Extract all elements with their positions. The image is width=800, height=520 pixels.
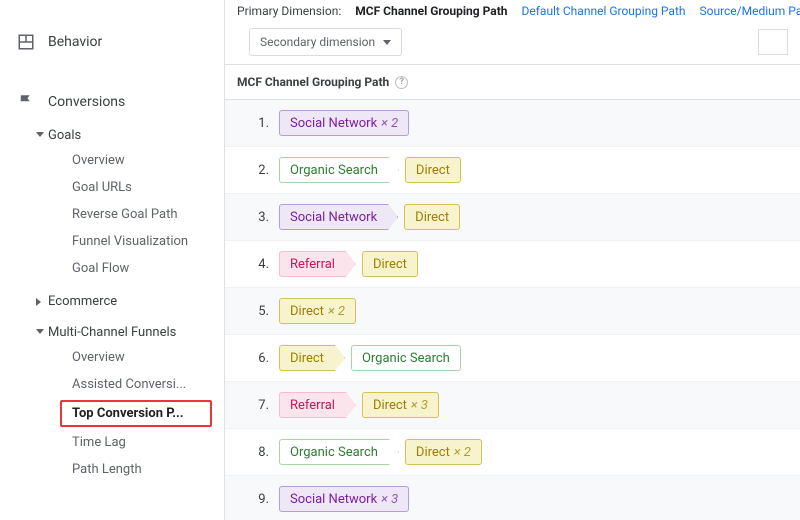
table-row[interactable]: 5. Direct× 2 (225, 288, 800, 335)
secondary-dimension-label: Secondary dimension (260, 35, 375, 49)
sidebar-section-behavior[interactable]: Behavior (0, 24, 224, 60)
channel-chip: Referral (279, 392, 356, 418)
sidebar-item[interactable]: Overview (0, 344, 224, 371)
channel-chip: Social Network× 3 (279, 486, 409, 512)
channel-chip: Organic Search (279, 439, 399, 465)
row-number: 6. (245, 351, 269, 366)
caret-right-icon (36, 298, 41, 306)
search-input[interactable] (758, 29, 788, 55)
row-number: 3. (245, 210, 269, 225)
table-header: MCF Channel Grouping Path ? (225, 64, 800, 100)
sidebar-item[interactable]: Reverse Goal Path (0, 201, 224, 228)
channel-chip: Direct× 3 (362, 392, 439, 418)
chip-multiplier: × 2 (454, 445, 471, 460)
sidebar-label: Behavior (48, 34, 102, 50)
dimension-tab[interactable]: Default Channel Grouping Path (522, 0, 686, 22)
row-number: 1. (245, 116, 269, 131)
channel-chip: Direct (362, 251, 418, 277)
sidebar-group-label-text: Ecommerce (48, 294, 117, 309)
chevron-down-icon (383, 40, 391, 45)
secondary-dimension-button[interactable]: Secondary dimension (249, 28, 402, 56)
path-chips: Social NetworkDirect (279, 204, 460, 230)
sidebar-item[interactable]: Top Conversion P... (60, 400, 212, 427)
sidebar: Behavior Conversions Goals OverviewGoal … (0, 0, 224, 520)
table-row[interactable]: 1. Social Network× 2 (225, 100, 800, 147)
chip-multiplier: × 3 (411, 398, 428, 413)
path-chips: Social Network× 2 (279, 110, 409, 136)
behavior-icon (16, 32, 36, 52)
sidebar-section-conversions[interactable]: Conversions (0, 84, 224, 120)
primary-dimension-label: Primary Dimension: (237, 4, 341, 18)
path-chips: ReferralDirect× 3 (279, 392, 439, 418)
channel-chip: Social Network (279, 204, 398, 230)
table-row[interactable]: 7. ReferralDirect× 3 (225, 382, 800, 429)
channel-chip: Organic Search (351, 345, 461, 371)
dimension-tab[interactable]: MCF Channel Grouping Path (355, 0, 507, 22)
primary-dimension-row: Primary Dimension: MCF Channel Grouping … (225, 0, 800, 20)
path-chips: Organic SearchDirect× 2 (279, 439, 482, 465)
sidebar-item[interactable]: Goal Flow (0, 255, 224, 282)
caret-down-icon (36, 329, 44, 334)
channel-chip: Direct× 2 (279, 298, 356, 324)
channel-chip: Direct (279, 345, 345, 371)
channel-chip: Referral (279, 251, 356, 277)
sidebar-item[interactable]: Time Lag (0, 429, 224, 456)
sidebar-item[interactable]: Goal URLs (0, 174, 224, 201)
chip-multiplier: × 2 (328, 304, 345, 319)
sidebar-goals-items: OverviewGoal URLsReverse Goal PathFunnel… (0, 147, 224, 282)
table-row[interactable]: 9. Social Network× 3 (225, 476, 800, 520)
sidebar-item[interactable]: Path Length (0, 456, 224, 483)
sidebar-group-mcf[interactable]: Multi-Channel Funnels (0, 321, 224, 344)
row-number: 7. (245, 398, 269, 413)
channel-chip: Direct× 2 (405, 439, 482, 465)
table-body: 1.Social Network× 22.Organic SearchDirec… (225, 100, 800, 520)
path-chips: Direct× 2 (279, 298, 356, 324)
sidebar-group-label-text: Goals (48, 128, 81, 143)
path-chips: DirectOrganic Search (279, 345, 461, 371)
caret-down-icon (36, 132, 44, 137)
row-number: 4. (245, 257, 269, 272)
help-icon[interactable]: ? (395, 76, 408, 89)
row-number: 5. (245, 304, 269, 319)
path-chips: Organic SearchDirect (279, 157, 461, 183)
chip-multiplier: × 2 (381, 116, 398, 131)
table-row[interactable]: 2. Organic SearchDirect (225, 147, 800, 194)
channel-chip: Organic Search (279, 157, 399, 183)
main-panel: Primary Dimension: MCF Channel Grouping … (224, 0, 800, 520)
path-chips: ReferralDirect (279, 251, 418, 277)
table-row[interactable]: 8. Organic SearchDirect× 2 (225, 429, 800, 476)
row-number: 9. (245, 492, 269, 507)
row-number: 8. (245, 445, 269, 460)
sidebar-label: Conversions (48, 94, 125, 110)
dimension-tab[interactable]: Source/Medium Path (699, 0, 800, 22)
channel-chip: Social Network× 2 (279, 110, 409, 136)
sidebar-group-goals[interactable]: Goals (0, 124, 224, 147)
secondary-dimension-row: Secondary dimension (225, 20, 800, 64)
chip-multiplier: × 3 (381, 492, 398, 507)
sidebar-group-ecommerce[interactable]: Ecommerce (0, 290, 224, 313)
channel-chip: Direct (405, 157, 461, 183)
sidebar-item[interactable]: Overview (0, 147, 224, 174)
column-header: MCF Channel Grouping Path (237, 75, 389, 89)
table-row[interactable]: 6. DirectOrganic Search (225, 335, 800, 382)
channel-chip: Direct (404, 204, 460, 230)
sidebar-group-label-text: Multi-Channel Funnels (48, 325, 176, 340)
table-row[interactable]: 3. Social NetworkDirect (225, 194, 800, 241)
path-chips: Social Network× 3 (279, 486, 409, 512)
row-number: 2. (245, 163, 269, 178)
sidebar-item[interactable]: Assisted Conversi... (0, 371, 224, 398)
sidebar-item[interactable]: Funnel Visualization (0, 228, 224, 255)
sidebar-mcf-items: OverviewAssisted Conversi...Top Conversi… (0, 344, 224, 483)
table-row[interactable]: 4. ReferralDirect (225, 241, 800, 288)
flag-icon (16, 92, 36, 112)
